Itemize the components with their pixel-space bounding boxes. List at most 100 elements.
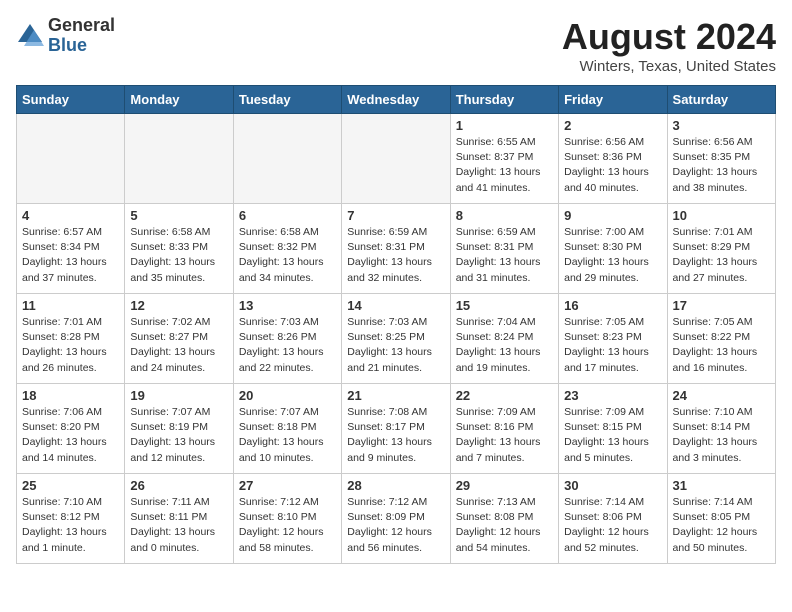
calendar-week-row: 11Sunrise: 7:01 AM Sunset: 8:28 PM Dayli… [17,294,776,384]
calendar-week-row: 18 Sunrise: 7:06 AM Sunset: 8:20 PM Dayli… [17,384,776,474]
location: Winters, Texas, United States [562,58,776,75]
weekday-header: Wednesday [342,86,450,114]
calendar-cell: 26 Sunrise: 7:11 AM Sunset: 8:11 PM Dayli… [125,474,233,564]
page-header: General Blue August 2024 Winters, Texas,… [16,16,776,75]
day-info: Sunrise: 7:09 AM Sunset: 8:16 PM Dayligh… [456,405,553,466]
title-block: August 2024 Winters, Texas, United State… [562,16,776,75]
day-info: Sunrise: 6:57 AM Sunset: 8:34 PM Dayligh… [22,225,119,286]
day-info: Sunrise: 7:02 AM Sunset: 8:27 PM Dayligh… [130,315,227,376]
day-number: 21 [347,388,444,403]
calendar-cell [233,114,341,204]
calendar-cell: 18 Sunrise: 7:06 AM Sunset: 8:20 PM Dayli… [17,384,125,474]
day-number: 31 [673,478,770,493]
day-info: Sunrise: 7:12 AM Sunset: 8:09 PM Dayligh… [347,495,444,556]
calendar-cell: 21 Sunrise: 7:08 AM Sunset: 8:17 PM Dayli… [342,384,450,474]
day-number: 1 [456,118,553,133]
calendar-table: SundayMondayTuesdayWednesdayThursdayFrid… [16,85,776,564]
day-info: Sunrise: 7:11 AM Sunset: 8:11 PM Dayligh… [130,495,227,556]
day-info: Sunrise: 7:14 AM Sunset: 8:06 PM Dayligh… [564,495,661,556]
calendar-cell [125,114,233,204]
day-number: 9 [564,208,661,223]
day-number: 22 [456,388,553,403]
day-number: 8 [456,208,553,223]
logo-icon [16,22,44,50]
day-number: 26 [130,478,227,493]
day-info: Sunrise: 7:07 AM Sunset: 8:18 PM Dayligh… [239,405,336,466]
calendar-cell: 19 Sunrise: 7:07 AM Sunset: 8:19 PM Dayli… [125,384,233,474]
month-title: August 2024 [562,16,776,58]
day-number: 29 [456,478,553,493]
logo-general: General [48,16,115,36]
day-number: 19 [130,388,227,403]
logo: General Blue [16,16,115,56]
calendar-cell: 13 Sunrise: 7:03 AM Sunset: 8:26 PM Dayli… [233,294,341,384]
day-info: Sunrise: 6:55 AM Sunset: 8:37 PM Dayligh… [456,135,553,196]
calendar-cell [17,114,125,204]
calendar-cell: 22 Sunrise: 7:09 AM Sunset: 8:16 PM Dayli… [450,384,558,474]
calendar-cell: 14 Sunrise: 7:03 AM Sunset: 8:25 PM Dayli… [342,294,450,384]
calendar-cell: 8Sunrise: 6:59 AM Sunset: 8:31 PM Daylig… [450,204,558,294]
day-info: Sunrise: 7:05 AM Sunset: 8:23 PM Dayligh… [564,315,661,376]
day-info: Sunrise: 7:09 AM Sunset: 8:15 PM Dayligh… [564,405,661,466]
calendar-cell: 7 Sunrise: 6:59 AM Sunset: 8:31 PM Daylig… [342,204,450,294]
day-number: 13 [239,298,336,313]
day-info: Sunrise: 7:03 AM Sunset: 8:25 PM Dayligh… [347,315,444,376]
calendar-cell: 9Sunrise: 7:00 AM Sunset: 8:30 PM Daylig… [559,204,667,294]
day-info: Sunrise: 7:10 AM Sunset: 8:14 PM Dayligh… [673,405,770,466]
calendar-cell [342,114,450,204]
weekday-header: Monday [125,86,233,114]
day-number: 23 [564,388,661,403]
calendar-cell: 11Sunrise: 7:01 AM Sunset: 8:28 PM Dayli… [17,294,125,384]
day-info: Sunrise: 7:10 AM Sunset: 8:12 PM Dayligh… [22,495,119,556]
day-info: Sunrise: 7:04 AM Sunset: 8:24 PM Dayligh… [456,315,553,376]
calendar-week-row: 1 Sunrise: 6:55 AM Sunset: 8:37 PM Daylig… [17,114,776,204]
calendar-cell: 28 Sunrise: 7:12 AM Sunset: 8:09 PM Dayli… [342,474,450,564]
calendar-cell: 10Sunrise: 7:01 AM Sunset: 8:29 PM Dayli… [667,204,775,294]
day-info: Sunrise: 7:14 AM Sunset: 8:05 PM Dayligh… [673,495,770,556]
day-number: 15 [456,298,553,313]
day-info: Sunrise: 7:08 AM Sunset: 8:17 PM Dayligh… [347,405,444,466]
calendar-cell: 2Sunrise: 6:56 AM Sunset: 8:36 PM Daylig… [559,114,667,204]
day-number: 4 [22,208,119,223]
day-info: Sunrise: 6:58 AM Sunset: 8:32 PM Dayligh… [239,225,336,286]
calendar-cell: 15 Sunrise: 7:04 AM Sunset: 8:24 PM Dayli… [450,294,558,384]
day-number: 24 [673,388,770,403]
day-number: 17 [673,298,770,313]
calendar-cell: 30 Sunrise: 7:14 AM Sunset: 8:06 PM Dayli… [559,474,667,564]
day-number: 10 [673,208,770,223]
day-number: 12 [130,298,227,313]
day-number: 14 [347,298,444,313]
weekday-header: Friday [559,86,667,114]
day-info: Sunrise: 6:56 AM Sunset: 8:35 PM Dayligh… [673,135,770,196]
day-number: 3 [673,118,770,133]
day-number: 2 [564,118,661,133]
calendar-cell: 27Sunrise: 7:12 AM Sunset: 8:10 PM Dayli… [233,474,341,564]
weekday-header: Sunday [17,86,125,114]
day-info: Sunrise: 7:06 AM Sunset: 8:20 PM Dayligh… [22,405,119,466]
calendar-cell: 3 Sunrise: 6:56 AM Sunset: 8:35 PM Daylig… [667,114,775,204]
day-number: 5 [130,208,227,223]
day-info: Sunrise: 7:03 AM Sunset: 8:26 PM Dayligh… [239,315,336,376]
day-number: 18 [22,388,119,403]
day-info: Sunrise: 7:05 AM Sunset: 8:22 PM Dayligh… [673,315,770,376]
weekday-header-row: SundayMondayTuesdayWednesdayThursdayFrid… [17,86,776,114]
weekday-header: Saturday [667,86,775,114]
day-number: 11 [22,298,119,313]
calendar-week-row: 4 Sunrise: 6:57 AM Sunset: 8:34 PM Daylig… [17,204,776,294]
day-number: 28 [347,478,444,493]
day-info: Sunrise: 6:58 AM Sunset: 8:33 PM Dayligh… [130,225,227,286]
calendar-cell: 4 Sunrise: 6:57 AM Sunset: 8:34 PM Daylig… [17,204,125,294]
calendar-week-row: 25Sunrise: 7:10 AM Sunset: 8:12 PM Dayli… [17,474,776,564]
logo-text: General Blue [48,16,115,56]
day-number: 30 [564,478,661,493]
calendar-cell: 23 Sunrise: 7:09 AM Sunset: 8:15 PM Dayli… [559,384,667,474]
day-info: Sunrise: 6:59 AM Sunset: 8:31 PM Dayligh… [347,225,444,286]
calendar-cell: 1 Sunrise: 6:55 AM Sunset: 8:37 PM Daylig… [450,114,558,204]
calendar-cell: 29 Sunrise: 7:13 AM Sunset: 8:08 PM Dayli… [450,474,558,564]
calendar-cell: 12 Sunrise: 7:02 AM Sunset: 8:27 PM Dayli… [125,294,233,384]
day-info: Sunrise: 7:13 AM Sunset: 8:08 PM Dayligh… [456,495,553,556]
day-info: Sunrise: 7:07 AM Sunset: 8:19 PM Dayligh… [130,405,227,466]
day-number: 7 [347,208,444,223]
calendar-cell: 17 Sunrise: 7:05 AM Sunset: 8:22 PM Dayli… [667,294,775,384]
calendar-cell: 24 Sunrise: 7:10 AM Sunset: 8:14 PM Dayli… [667,384,775,474]
